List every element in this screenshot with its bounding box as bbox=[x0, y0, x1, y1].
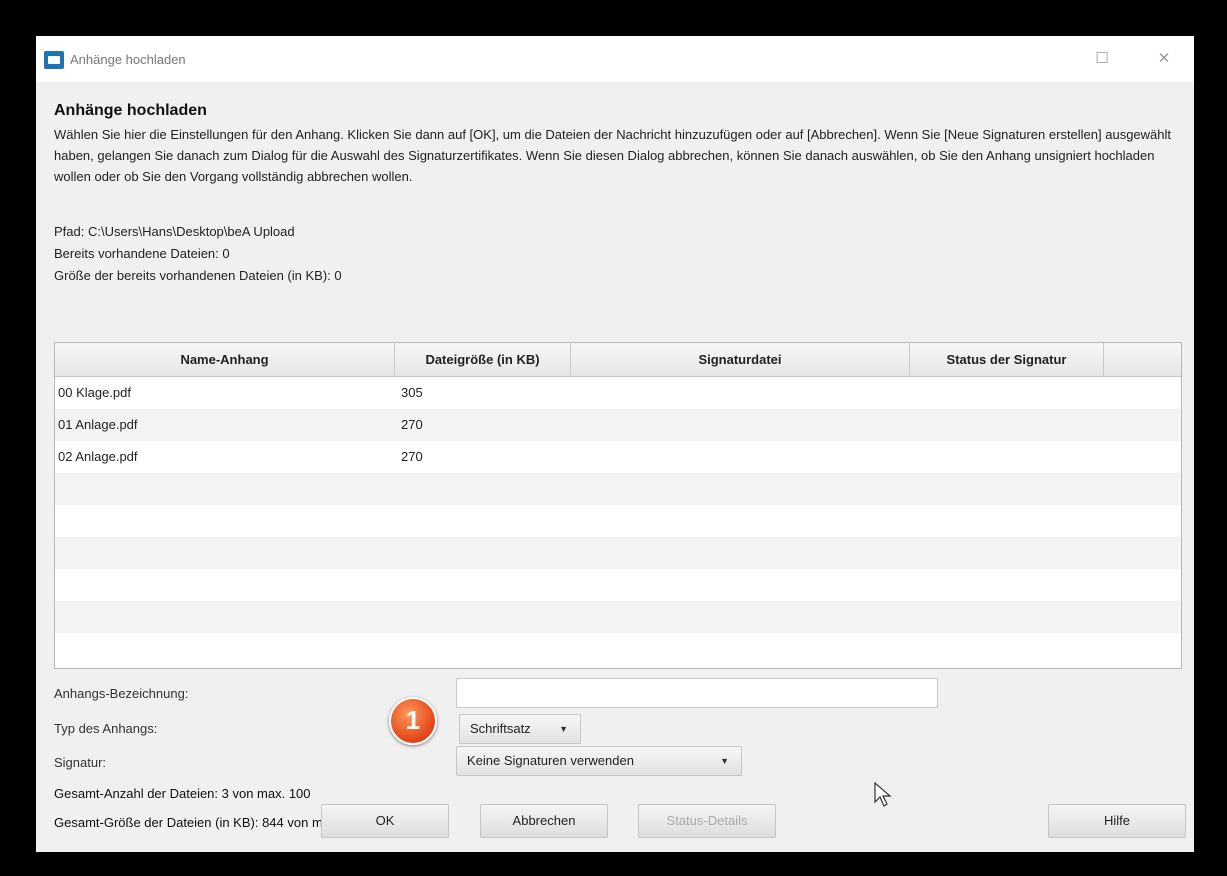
total-count-text: Gesamt-Anzahl der Dateien: 3 von max. 10… bbox=[54, 786, 311, 801]
dialog-content: Anhänge hochladen Wählen Sie hier die Ei… bbox=[36, 82, 1194, 852]
cell-name: 02 Anlage.pdf bbox=[58, 449, 138, 464]
title-bar: Anhänge hochladen ☐ ✕ bbox=[36, 36, 1194, 82]
empty-row bbox=[55, 633, 1181, 667]
chevron-down-icon: ▼ bbox=[720, 756, 729, 766]
signature-label: Signatur: bbox=[54, 755, 107, 770]
window-title: Anhänge hochladen bbox=[70, 52, 186, 67]
cell-name: 00 Klage.pdf bbox=[58, 385, 132, 400]
empty-row bbox=[55, 505, 1181, 537]
table-row[interactable]: 00 Klage.pdf 305 bbox=[55, 377, 1181, 409]
status-details-button[interactable]: Status-Details bbox=[638, 804, 776, 838]
table-header: Name-Anhang Dateigröße (in KB) Signaturd… bbox=[55, 343, 1181, 377]
column-header-signature-file[interactable]: Signaturdatei bbox=[571, 343, 910, 376]
cell-size: 305 bbox=[401, 385, 423, 400]
chevron-down-icon: ▼ bbox=[559, 724, 568, 734]
empty-row bbox=[55, 569, 1181, 601]
column-header-signature-status[interactable]: Status der Signatur bbox=[910, 343, 1104, 376]
cancel-button[interactable]: Abbrechen bbox=[480, 804, 608, 838]
app-icon bbox=[44, 51, 64, 69]
path-text: Pfad: C:\Users\Hans\Desktop\beA Upload bbox=[54, 224, 295, 239]
ok-button[interactable]: OK bbox=[321, 804, 449, 838]
dialog-heading: Anhänge hochladen bbox=[54, 102, 207, 119]
dialog-description: Wählen Sie hier die Einstellungen für de… bbox=[54, 127, 1172, 184]
type-select[interactable]: Schriftsatz ▼ bbox=[459, 714, 581, 744]
attachments-table[interactable]: Name-Anhang Dateigröße (in KB) Signaturd… bbox=[54, 342, 1182, 669]
signature-select-value: Keine Signaturen verwenden bbox=[467, 753, 634, 768]
designation-label: Anhangs-Bezeichnung: bbox=[54, 686, 189, 701]
type-select-value: Schriftsatz bbox=[470, 721, 531, 736]
existing-files-text: Bereits vorhandene Dateien: 0 bbox=[54, 246, 230, 261]
empty-row bbox=[55, 601, 1181, 633]
empty-row bbox=[55, 473, 1181, 505]
column-header-name[interactable]: Name-Anhang bbox=[55, 343, 395, 376]
type-label: Typ des Anhangs: bbox=[54, 721, 158, 736]
upload-attachments-dialog: Anhänge hochladen ☐ ✕ Anhänge hochladen … bbox=[36, 36, 1194, 852]
signature-select[interactable]: Keine Signaturen verwenden ▼ bbox=[456, 746, 742, 776]
table-row[interactable]: 01 Anlage.pdf 270 bbox=[55, 409, 1181, 441]
column-header-size[interactable]: Dateigröße (in KB) bbox=[395, 343, 571, 376]
table-row[interactable]: 02 Anlage.pdf 270 bbox=[55, 441, 1181, 473]
designation-input[interactable] bbox=[456, 678, 938, 708]
empty-row bbox=[55, 537, 1181, 569]
maximize-icon[interactable]: ☐ bbox=[1092, 49, 1112, 69]
cell-name: 01 Anlage.pdf bbox=[58, 417, 138, 432]
existing-size-text: Größe der bereits vorhandenen Dateien (i… bbox=[54, 268, 342, 283]
help-button[interactable]: Hilfe bbox=[1048, 804, 1186, 838]
mouse-pointer-icon bbox=[874, 782, 892, 807]
cell-size: 270 bbox=[401, 449, 423, 464]
step-number-badge: 1 bbox=[389, 697, 437, 745]
cell-size: 270 bbox=[401, 417, 423, 432]
close-icon[interactable]: ✕ bbox=[1154, 49, 1174, 69]
